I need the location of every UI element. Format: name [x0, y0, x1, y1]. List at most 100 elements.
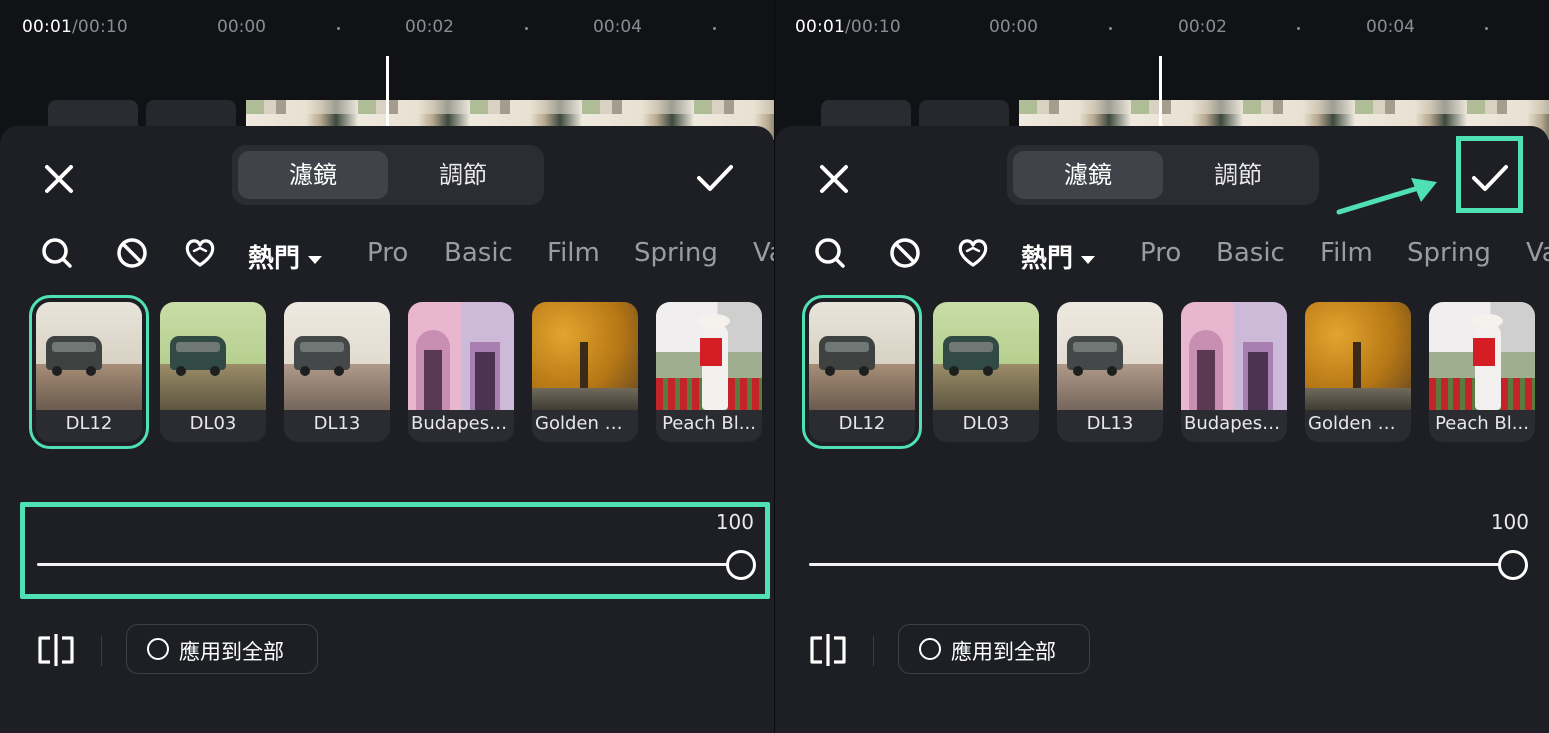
filter-card-golden[interactable]: Golden G... — [1305, 302, 1411, 442]
filter-categories: 熱門 Pro Basic Film Spring Va — [0, 230, 774, 280]
timecode: 00:01/00:10 — [795, 17, 901, 37]
filter-label: Budapest... — [1184, 413, 1287, 434]
close-icon[interactable] — [40, 160, 78, 198]
category-hot-label: 熱門 — [1021, 244, 1074, 274]
filter-label: Peach Bl... — [662, 413, 756, 434]
filter-thumbnail — [1057, 302, 1163, 410]
filter-thumbnail — [933, 302, 1039, 410]
playhead[interactable] — [386, 56, 389, 126]
apply-all-button[interactable]: 應用到全部 — [126, 624, 318, 674]
category-basic[interactable]: Basic — [444, 238, 513, 268]
timeline-ruler: 00:01/00:10 00:00 00:02 00:04 — [775, 0, 1549, 56]
filter-card-dl13[interactable]: DL13 — [284, 302, 390, 442]
filter-list: DL12 DL03 DL13 Budapest... Golden G... P… — [775, 295, 1549, 452]
current-time: 00:01 — [22, 17, 72, 37]
filter-card-dl12[interactable]: DL12 — [802, 295, 922, 449]
category-spring[interactable]: Spring — [1407, 238, 1491, 268]
search-icon[interactable] — [40, 236, 74, 270]
mode-tabs: 濾鏡 調節 — [1007, 145, 1319, 205]
radio-icon — [147, 638, 169, 660]
category-hot[interactable]: 熱門 — [1021, 238, 1096, 275]
close-icon[interactable] — [815, 160, 853, 198]
check-icon[interactable] — [694, 160, 736, 196]
filter-card-budapest[interactable]: Budapest... — [1181, 302, 1287, 442]
timecode: 00:01/00:10 — [22, 17, 128, 37]
ruler-dot — [1485, 27, 1488, 30]
filter-card-budapest[interactable]: Budapest... — [408, 302, 514, 442]
compare-icon[interactable] — [808, 634, 848, 666]
apply-all-button[interactable]: 應用到全部 — [898, 624, 1090, 674]
apply-all-label: 應用到全部 — [951, 640, 1056, 664]
filter-thumbnail — [36, 302, 142, 410]
category-pro[interactable]: Pro — [1140, 238, 1181, 268]
highlight-box — [20, 502, 770, 599]
filter-card-peach[interactable]: Peach Bl... — [1429, 302, 1535, 442]
ruler-dot — [525, 27, 528, 30]
ruler-dot — [713, 27, 716, 30]
ruler-tick: 00:00 — [989, 17, 1038, 37]
ruler-tick: 00:02 — [405, 17, 454, 37]
ruler-tick: 00:04 — [593, 17, 642, 37]
filter-label: Golden G... — [1308, 413, 1409, 434]
tab-filter[interactable]: 濾鏡 — [1013, 151, 1163, 199]
category-hot-label: 熱門 — [248, 244, 301, 274]
category-film[interactable]: Film — [1320, 238, 1373, 268]
filter-label: DL12 — [65, 413, 113, 434]
ruler-dot — [337, 27, 340, 30]
current-time: 00:01 — [795, 17, 845, 37]
divider — [101, 636, 102, 666]
filter-card-dl03[interactable]: DL03 — [933, 302, 1039, 442]
apply-all-label: 應用到全部 — [179, 640, 284, 664]
filter-card-peach[interactable]: Peach Bl... — [656, 302, 762, 442]
intensity-slider[interactable] — [809, 563, 1513, 566]
category-more[interactable]: Va — [1526, 238, 1549, 268]
divider — [873, 636, 874, 666]
filter-categories: 熱門 Pro Basic Film Spring Va — [775, 230, 1549, 280]
intensity-slider-handle[interactable] — [1498, 550, 1528, 580]
ruler-tick: 00:02 — [1178, 17, 1227, 37]
bottom-toolbar: 應用到全部 — [0, 622, 774, 678]
category-spring[interactable]: Spring — [634, 238, 718, 268]
chevron-down-icon — [1081, 255, 1096, 264]
no-filter-icon[interactable] — [888, 236, 922, 270]
filter-thumbnail — [408, 302, 514, 410]
ruler-dot — [1297, 27, 1300, 30]
filter-label: DL03 — [962, 413, 1010, 434]
filter-thumbnail — [809, 302, 915, 410]
intensity-value: 100 — [1490, 510, 1529, 534]
compare-icon[interactable] — [36, 634, 76, 666]
ruler-tick: 00:00 — [217, 17, 266, 37]
ruler-tick: 00:04 — [1366, 17, 1415, 37]
mode-tabs: 濾鏡 調節 — [232, 145, 544, 205]
heart-icon[interactable] — [183, 236, 217, 270]
filter-sheet: 濾鏡 調節 熱門 Pro Basic Film Spring Va — [0, 126, 774, 733]
filter-thumbnail — [656, 302, 762, 410]
filter-thumbnail — [160, 302, 266, 410]
filter-label: DL13 — [1086, 413, 1134, 434]
tab-adjust[interactable]: 調節 — [388, 151, 538, 199]
filter-card-golden[interactable]: Golden G... — [532, 302, 638, 442]
category-pro[interactable]: Pro — [367, 238, 408, 268]
filter-card-dl03[interactable]: DL03 — [160, 302, 266, 442]
playhead[interactable] — [1159, 56, 1162, 126]
filter-label: DL13 — [313, 413, 361, 434]
tab-filter[interactable]: 濾鏡 — [238, 151, 388, 199]
ruler-dot — [1109, 27, 1112, 30]
category-more[interactable]: Va — [753, 238, 774, 268]
no-filter-icon[interactable] — [115, 236, 149, 270]
filter-thumbnail — [284, 302, 390, 410]
search-icon[interactable] — [813, 236, 847, 270]
filter-card-dl13[interactable]: DL13 — [1057, 302, 1163, 442]
heart-icon[interactable] — [956, 236, 990, 270]
category-film[interactable]: Film — [547, 238, 600, 268]
category-basic[interactable]: Basic — [1216, 238, 1285, 268]
tab-adjust[interactable]: 調節 — [1163, 151, 1313, 199]
editor-panel-left: 00:01/00:10 00:00 00:02 00:04 濾鏡 調節 熱門 P… — [0, 0, 774, 733]
filter-thumbnail — [1305, 302, 1411, 410]
filter-label: Golden G... — [535, 413, 636, 434]
filter-label: Budapest... — [411, 413, 514, 434]
filter-card-dl12[interactable]: DL12 — [29, 295, 149, 449]
filter-thumbnail — [1429, 302, 1535, 410]
category-hot[interactable]: 熱門 — [248, 238, 323, 275]
highlight-box — [1456, 136, 1523, 213]
